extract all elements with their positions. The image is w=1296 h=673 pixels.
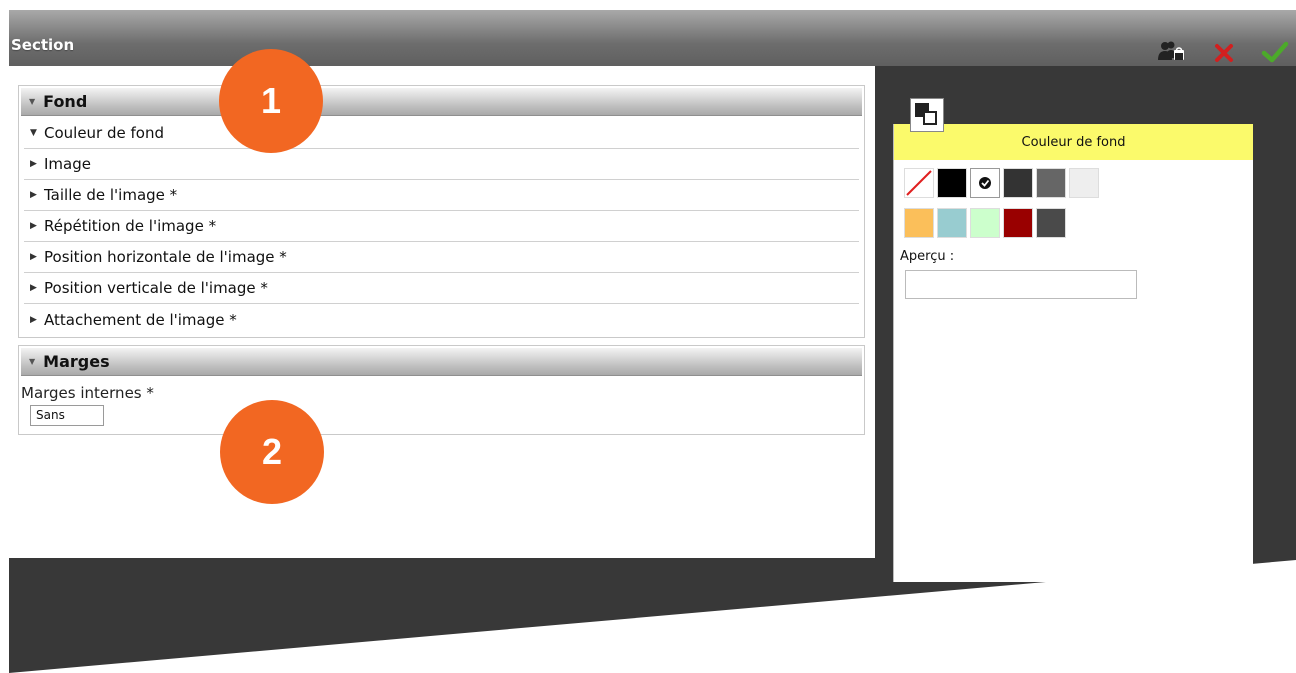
margins-label: Marges internes * [21,384,154,402]
color-panel: Couleur de fond Aperçu : [893,124,1253,582]
fond-item-label: Taille de l'image * [44,186,178,204]
color-swatch[interactable] [1003,168,1033,198]
preview-box [905,270,1137,299]
selected-check-icon [979,177,991,189]
fond-group: ▼ Fond ▼ Couleur de fond ▶ Image ▶ Taille de … [18,85,865,338]
fond-item-label: Couleur de fond [44,124,164,142]
marges-group: ▼ Marges Marges internes * Sans [18,345,865,435]
color-swatch[interactable] [1036,168,1066,198]
fond-item-label: Position horizontale de l'image * [44,248,287,266]
fond-item-label: Attachement de l'image * [44,310,237,329]
step-badge-2: 2 [220,400,324,504]
collapsed-triangle-icon: ▶ [30,314,37,325]
window-title: Section [11,36,75,54]
preview-label: Aperçu : [900,249,955,264]
color-swatch[interactable] [937,168,967,198]
fond-item[interactable]: ▶ Attachement de l'image * [24,304,859,335]
collapse-caret-icon: ▼ [29,97,36,106]
collapsed-triangle-icon: ▶ [30,283,37,293]
expanded-triangle-icon: ▼ [30,128,37,138]
stage: Section ▼ Fond ▼ Couleur de fond ▶ Image… [0,0,1296,673]
color-swatch[interactable] [970,168,1000,198]
fond-item[interactable]: ▶ Image [24,149,859,180]
title-bar: Section [9,10,1296,66]
collapsed-triangle-icon: ▶ [30,252,37,262]
fond-header[interactable]: ▼ Fond [21,88,862,116]
fond-item[interactable]: ▼ Couleur de fond [24,118,859,149]
color-swatch[interactable] [970,208,1000,238]
fond-item[interactable]: ▶ Position verticale de l'image * [24,273,859,304]
collapse-caret-icon: ▼ [29,357,36,366]
no-color-swatch[interactable] [904,168,934,198]
fond-item-label: Répétition de l'image * [44,217,217,235]
fond-item-label: Image [44,155,91,173]
color-swatch[interactable] [1036,208,1066,238]
close-icon[interactable] [1212,38,1236,64]
users-lock-icon[interactable] [1157,38,1185,64]
marges-header-label: Marges [43,352,110,371]
check-icon[interactable] [1261,38,1289,64]
marges-header[interactable]: ▼ Marges [21,348,862,376]
margins-select[interactable]: Sans [30,405,104,426]
fond-header-label: Fond [43,92,88,111]
collapsed-triangle-icon: ▶ [30,221,37,231]
collapsed-triangle-icon: ▶ [30,190,37,200]
properties-panel: ▼ Fond ▼ Couleur de fond ▶ Image ▶ Taille de … [9,66,875,558]
color-swatch[interactable] [1069,168,1099,198]
color-swatch[interactable] [1003,208,1033,238]
fond-item[interactable]: ▶ Répétition de l'image * [24,211,859,242]
step-badge-1: 1 [219,49,323,153]
collapsed-triangle-icon: ▶ [30,159,37,169]
color-swatch[interactable] [904,208,934,238]
color-panel-title: Couleur de fond [894,124,1253,160]
fond-list: ▼ Couleur de fond ▶ Image ▶ Taille de l'image… [19,118,864,335]
fond-item-label: Position verticale de l'image * [44,279,268,297]
background-color-icon[interactable] [910,98,944,132]
fond-item[interactable]: ▶ Taille de l'image * [24,180,859,211]
fond-item[interactable]: ▶ Position horizontale de l'image * [24,242,859,273]
color-swatch[interactable] [937,208,967,238]
